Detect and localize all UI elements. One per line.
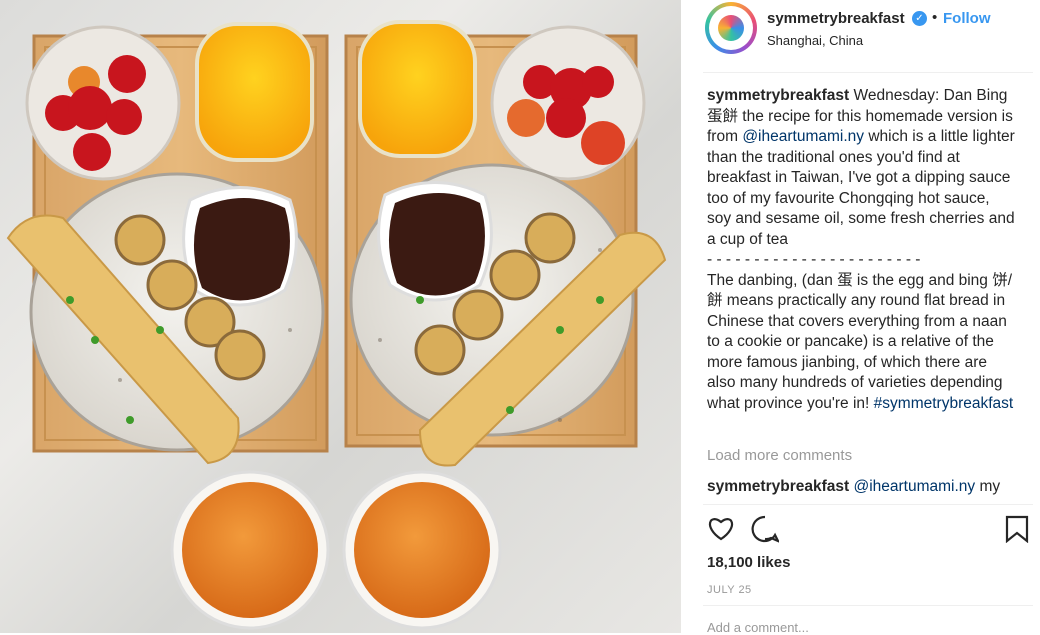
post-date: JULY 25 (707, 584, 752, 596)
heart-icon[interactable] (707, 515, 737, 543)
comment-mention[interactable]: @iheartumami.ny (853, 478, 975, 495)
post-sidebar: symmetrybreakfast ✓ • Follow Shanghai, C… (681, 0, 1040, 635)
avatar[interactable] (705, 2, 757, 54)
action-bar (703, 504, 1033, 545)
separator-dot: • (932, 9, 938, 26)
caption-username[interactable]: symmetrybreakfast (707, 87, 849, 104)
likes-count[interactable]: 18,100 likes (707, 554, 790, 571)
breakfast-photo-illustration (6, 20, 667, 630)
comment-icon[interactable] (751, 515, 781, 544)
location-link[interactable]: Shanghai, China (767, 33, 863, 48)
verified-badge-icon: ✓ (912, 11, 927, 26)
caption-hashtag[interactable]: #symmetrybreakfast (874, 395, 1014, 412)
post-photo[interactable] (0, 0, 681, 633)
post-header: symmetrybreakfast ✓ • Follow Shanghai, C… (703, 0, 1033, 73)
divider (703, 605, 1033, 606)
comment-username[interactable]: symmetrybreakfast (707, 478, 849, 495)
comment-row: symmetrybreakfast @iheartumami.ny my (707, 477, 1017, 499)
bookmark-icon[interactable] (1005, 515, 1035, 544)
follow-button[interactable]: Follow (943, 10, 991, 27)
post-caption: symmetrybreakfast Wednesday: Dan Bing 蛋餅… (707, 86, 1017, 414)
comment-text: my (979, 478, 1001, 495)
load-more-comments-button[interactable]: Load more comments (707, 447, 852, 464)
username-link[interactable]: symmetrybreakfast (767, 10, 905, 27)
caption-separator: - - - - - - - - - - - - - - - - - - - - … (707, 251, 921, 268)
caption-mention[interactable]: @iheartumami.ny (742, 128, 864, 145)
caption-text-3: The danbing, (dan 蛋 is the egg and bing … (707, 271, 1013, 412)
caption-text-2: which is a little lighter than the tradi… (707, 128, 1015, 248)
